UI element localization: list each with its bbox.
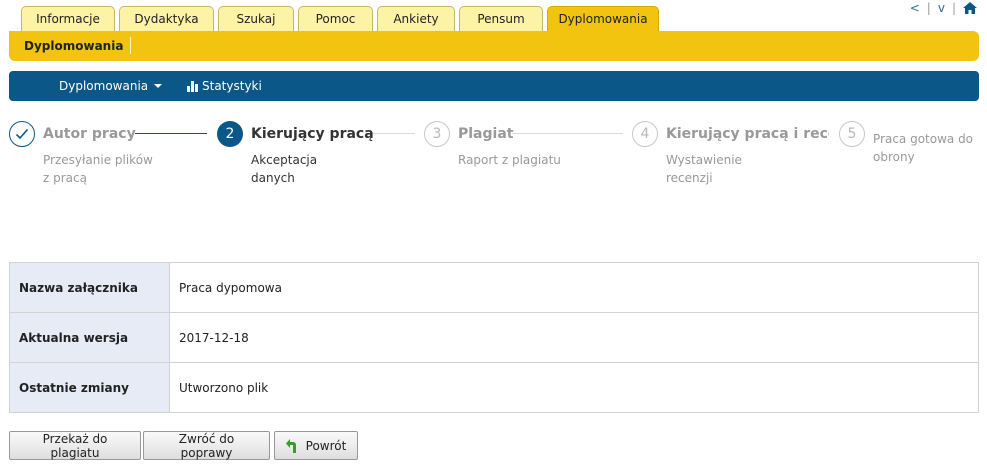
step-3-desc: Raport z plagiatu — [458, 153, 561, 167]
tab-informacje[interactable]: Informacje — [21, 6, 115, 31]
sub-header-title[interactable]: Dyplomowania — [24, 39, 123, 53]
step-connector — [512, 133, 623, 134]
table-key: Nazwa załącznika — [9, 262, 170, 313]
separator: | — [926, 1, 931, 15]
collapse-link[interactable]: v — [938, 1, 945, 15]
separator: | — [951, 1, 956, 15]
step-5-desc: Praca gotowa do obrony — [873, 132, 974, 164]
statystyki-label: Statystyki — [202, 79, 262, 93]
main-tabs: Informacje Dydaktyka Szukaj Pomoc Ankiet… — [21, 6, 663, 31]
table-row: Nazwa załącznika Praca dypomowa — [9, 262, 979, 313]
step-4-desc: Wystawienie recenzji — [666, 153, 742, 185]
back-button[interactable]: Powrót — [274, 431, 358, 460]
bar-chart-icon — [187, 80, 198, 92]
tab-pensum[interactable]: Pensum — [459, 6, 543, 31]
table-value: 2017-12-18 — [169, 312, 979, 363]
table-row: Aktualna wersja 2017-12-18 — [9, 312, 979, 363]
table-key: Ostatnie zmiany — [9, 362, 170, 413]
return-for-correction-button[interactable]: Zwróć do poprawy — [143, 431, 270, 460]
divider — [130, 37, 131, 54]
step-4-title: Kierujący pracą i recenz — [666, 126, 829, 142]
home-icon[interactable] — [963, 2, 977, 14]
tab-pomoc[interactable]: Pomoc — [298, 6, 373, 31]
top-right-links: < | v | — [910, 1, 977, 15]
step-4-number: 4 — [632, 121, 658, 147]
sub-header-bar: Dyplomowania — [9, 31, 979, 61]
back-button-label: Powrót — [305, 438, 347, 453]
action-buttons: Przekaż do plagiatu Zwróć do poprawy Pow… — [9, 431, 360, 460]
step-connector — [135, 133, 207, 134]
step-3-title: Plagiat — [458, 126, 514, 142]
table-value: Utworzono plik — [169, 362, 979, 413]
step-2-number: 2 — [217, 121, 243, 147]
dyplomowania-menu[interactable]: Dyplomowania — [59, 71, 163, 101]
tab-szukaj[interactable]: Szukaj — [218, 6, 294, 31]
table-key: Aktualna wersja — [9, 312, 170, 363]
tab-dyplomowania[interactable]: Dyplomowania — [547, 6, 659, 31]
attachment-details-table: Nazwa załącznika Praca dypomowa Aktualna… — [9, 262, 979, 413]
step-3-number: 3 — [424, 121, 450, 147]
tab-ankiety[interactable]: Ankiety — [377, 6, 455, 31]
table-value: Praca dypomowa — [169, 262, 979, 313]
module-nav-bar: Dyplomowania Statystyki — [9, 71, 979, 101]
prev-link[interactable]: < — [910, 1, 920, 15]
statystyki-link[interactable]: Statystyki — [187, 71, 262, 101]
dyplomowania-menu-label: Dyplomowania — [59, 79, 149, 93]
caret-down-icon — [154, 84, 163, 88]
step-2-title: Kierujący pracą — [251, 126, 374, 142]
return-arrow-icon — [285, 438, 296, 453]
step-2-desc: Akceptacja danych — [251, 153, 318, 185]
step-1-desc: Przesyłanie plików z pracą — [43, 153, 153, 185]
check-icon — [9, 121, 35, 147]
send-to-plagiarism-button[interactable]: Przekaż do plagiatu — [9, 431, 141, 460]
step-1-title: Autor pracy — [43, 126, 136, 142]
tab-dydaktyka[interactable]: Dydaktyka — [119, 6, 214, 31]
table-row: Ostatnie zmiany Utworzono plik — [9, 362, 979, 413]
step-5-number: 5 — [839, 121, 865, 147]
